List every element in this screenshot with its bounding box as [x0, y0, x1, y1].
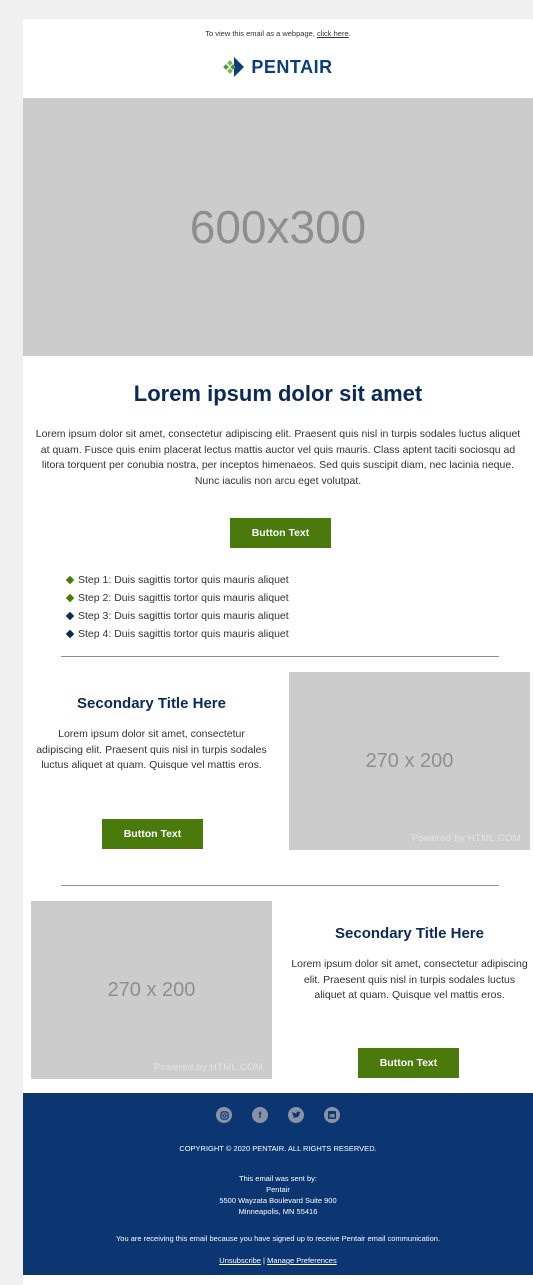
list-item: Step 2: Duis sagittis tortor quis mauris…: [65, 589, 289, 607]
twitter-icon[interactable]: [288, 1107, 304, 1123]
step-text: Step 3: Duis sagittis tortor quis mauris…: [78, 610, 289, 622]
section1-title: Secondary Title Here: [77, 695, 226, 712]
step-text: Step 2: Duis sagittis tortor quis mauris…: [78, 592, 289, 604]
section1-body: Lorem ipsum dolor sit amet, consectetur …: [36, 728, 267, 771]
hero-image: 600x300: [23, 98, 533, 356]
diamond-bullet-icon: [65, 611, 75, 621]
social-links: f: [23, 1107, 533, 1123]
sent-by-label: This email was sent by:: [239, 1174, 317, 1183]
step-text: Step 1: Duis sagittis tortor quis mauris…: [78, 574, 289, 586]
copyright-text: COPYRIGHT © 2020 PENTAIR. ALL RIGHTS RES…: [179, 1144, 377, 1153]
divider: [61, 656, 499, 657]
list-item: Step 3: Duis sagittis tortor quis mauris…: [65, 607, 289, 625]
section1-image-label: 270 x 200: [365, 749, 454, 772]
company-name: Pentair: [266, 1185, 290, 1194]
hero-placeholder-label: 600x300: [189, 201, 367, 253]
section2-title: Secondary Title Here: [335, 925, 484, 942]
subscription-notice: You are receiving this email because you…: [115, 1234, 441, 1243]
linkedin-icon[interactable]: [324, 1107, 340, 1123]
section2-body: Lorem ipsum dolor sit amet, consectetur …: [291, 958, 528, 1001]
step-text: Step 4: Duis sagittis tortor quis mauris…: [78, 628, 289, 640]
email-body: To view this email as a webpage, click h…: [23, 19, 533, 1285]
logo-wordmark: PENTAIR: [251, 56, 333, 77]
unsubscribe-link[interactable]: Unsubscribe: [219, 1256, 261, 1265]
footer: f COPYRIGHT © 2020 PENTAIR. ALL RIGHTS R…: [23, 1093, 533, 1275]
preheader-text: To view this email as a webpage,: [205, 29, 317, 38]
preheader: To view this email as a webpage, click h…: [23, 29, 533, 38]
pentair-logo[interactable]: PENTAIR: [23, 51, 533, 83]
preheader-suffix: .: [348, 29, 351, 38]
section2-button[interactable]: Button Text: [358, 1048, 459, 1078]
divider: [61, 885, 499, 886]
diamond-bullet-icon: [65, 629, 75, 639]
address-line-1: 5500 Wayzata Boulevard Suite 900: [219, 1196, 337, 1205]
section2-powered-label: Powered by HTML.COM: [153, 1062, 263, 1073]
instagram-icon[interactable]: [216, 1107, 232, 1123]
main-title: Lorem ipsum dolor sit amet: [133, 381, 423, 406]
section1-powered-label: Powered by HTML.COM: [411, 833, 521, 844]
address-line-2: Minneapolis, MN 55416: [238, 1207, 318, 1216]
main-cta-button[interactable]: Button Text: [230, 518, 331, 548]
facebook-icon[interactable]: f: [252, 1107, 268, 1123]
pentair-mark-icon: [223, 57, 245, 77]
diamond-bullet-icon: [65, 575, 75, 585]
list-item: Step 1: Duis sagittis tortor quis mauris…: [65, 571, 289, 589]
section1-button[interactable]: Button Text: [102, 819, 203, 849]
section1-image: 270 x 200 Powered by HTML.COM: [289, 672, 530, 850]
section2-image: 270 x 200 Powered by HTML.COM: [31, 901, 272, 1079]
manage-preferences-link[interactable]: Manage Preferences: [267, 1256, 337, 1265]
list-item: Step 4: Duis sagittis tortor quis mauris…: [65, 625, 289, 643]
footer-links: Unsubscribe | Manage Preferences: [23, 1256, 533, 1265]
view-webpage-link[interactable]: click here: [317, 29, 349, 38]
diamond-bullet-icon: [65, 593, 75, 603]
section2-image-label: 270 x 200: [107, 978, 196, 1001]
steps-list: Step 1: Duis sagittis tortor quis mauris…: [65, 571, 289, 643]
main-body-text: Lorem ipsum dolor sit amet, consectetur …: [35, 428, 521, 487]
